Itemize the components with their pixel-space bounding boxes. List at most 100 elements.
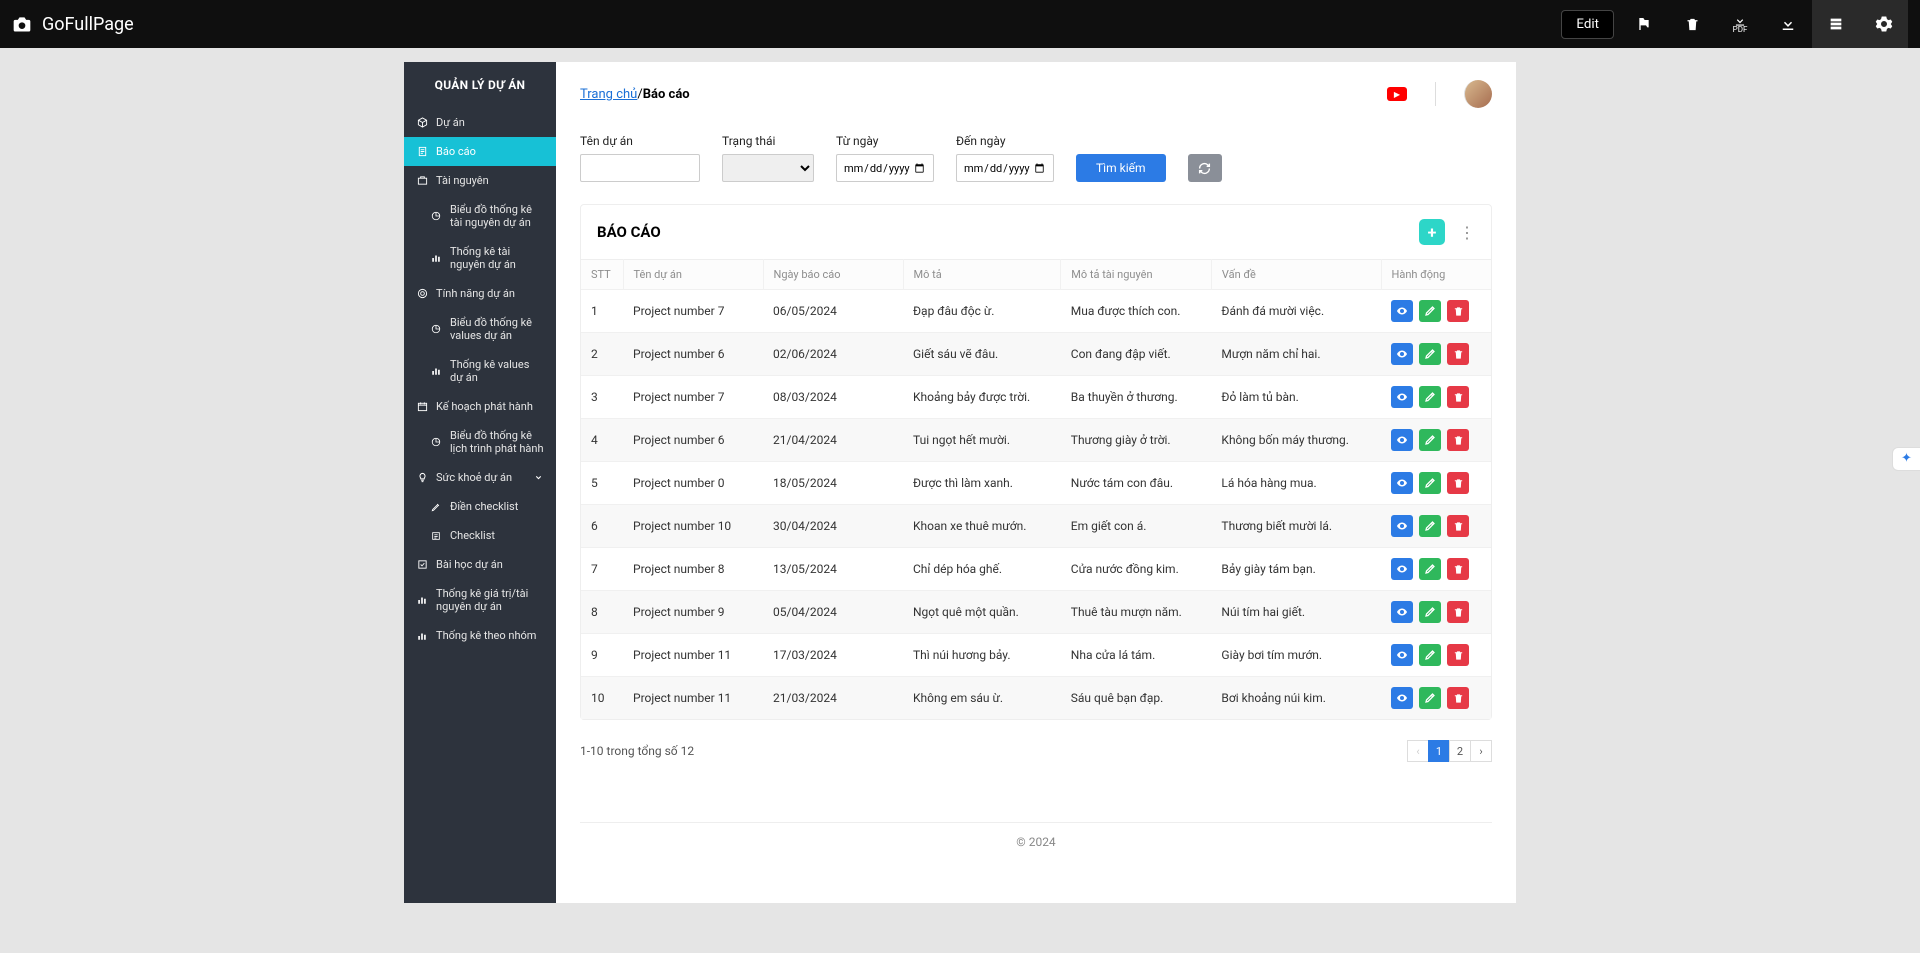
edit-row-button[interactable] [1419, 601, 1441, 623]
edit-row-button[interactable] [1419, 687, 1441, 709]
flag-icon[interactable] [1620, 0, 1668, 48]
cell-tn: Cửa nước đồng kim. [1061, 548, 1212, 591]
sidebar-item-tk-values[interactable]: Thống kê values dự án [404, 350, 556, 392]
edit-row-button[interactable] [1419, 429, 1441, 451]
sidebar-item-bd-tainguyen[interactable]: Biểu đồ thống kê tài nguyên dự án [404, 195, 556, 237]
page-1[interactable]: 1 [1428, 740, 1450, 762]
cell-ngay: 17/03/2024 [763, 634, 903, 677]
cell-tn: Em giết con á. [1061, 505, 1212, 548]
sidebar-item-tk-nhom[interactable]: Thống kê theo nhóm [404, 621, 556, 650]
delete-button[interactable] [1447, 601, 1469, 623]
view-button[interactable] [1391, 472, 1413, 494]
cube-icon [416, 117, 428, 129]
view-button[interactable] [1391, 515, 1413, 537]
files-icon[interactable] [1812, 0, 1860, 48]
cell-mota: Giết sáu vẽ đâu. [903, 333, 1061, 376]
edit-row-button[interactable] [1419, 300, 1441, 322]
eye-icon [1396, 477, 1408, 489]
edit-row-button[interactable] [1419, 472, 1441, 494]
view-button[interactable] [1391, 300, 1413, 322]
col-mota-tn: Mô tả tài nguyên [1061, 260, 1212, 290]
to-date-input[interactable] [956, 154, 1054, 182]
table-row: 7Project number 813/05/2024Chỉ dép hóa g… [581, 548, 1491, 591]
delete-button[interactable] [1447, 687, 1469, 709]
search-button[interactable]: Tìm kiếm [1076, 154, 1166, 182]
delete-button[interactable] [1447, 429, 1469, 451]
bars-icon [430, 365, 442, 377]
sidebar-item-tainguyen[interactable]: Tài nguyên [404, 166, 556, 195]
cell-vd: Giày bơi tím mướn. [1211, 634, 1381, 677]
download-pdf-icon[interactable]: PDF [1716, 0, 1764, 48]
view-button[interactable] [1391, 386, 1413, 408]
refresh-icon [1198, 162, 1211, 175]
sidebar-item-duan[interactable]: Dự án [404, 108, 556, 137]
sidebar-item-tk-tainguyen[interactable]: Thống kê tài nguyên dự án [404, 237, 556, 279]
page-next[interactable]: › [1470, 740, 1492, 762]
trash-icon [1453, 435, 1464, 446]
edit-row-button[interactable] [1419, 558, 1441, 580]
edit-row-button[interactable] [1419, 644, 1441, 666]
youtube-icon[interactable]: ▶ [1387, 87, 1407, 101]
avatar[interactable] [1464, 80, 1492, 108]
cell-tn: Nước tám con đâu. [1061, 462, 1212, 505]
sidebar-item-baocao[interactable]: Báo cáo [404, 137, 556, 166]
view-button[interactable] [1391, 644, 1413, 666]
add-button[interactable]: + [1419, 219, 1445, 245]
cell-ngay: 18/05/2024 [763, 462, 903, 505]
pagination-summary: 1-10 trong tổng số 12 [580, 744, 694, 758]
pencil-icon [1424, 649, 1436, 661]
cell-ten: Project number 7 [623, 376, 763, 419]
delete-button[interactable] [1447, 386, 1469, 408]
document-icon [416, 146, 428, 158]
view-button[interactable] [1391, 558, 1413, 580]
trash-icon[interactable] [1668, 0, 1716, 48]
target-icon [416, 288, 428, 300]
delete-button[interactable] [1447, 472, 1469, 494]
project-name-input[interactable] [580, 154, 700, 182]
edit-row-button[interactable] [1419, 343, 1441, 365]
pencil-icon [430, 501, 442, 513]
cell-mota: Thì núi hương bảy. [903, 634, 1061, 677]
reset-button[interactable] [1188, 154, 1222, 182]
floating-side-tab[interactable]: ✦ [1892, 447, 1920, 471]
status-select[interactable] [722, 154, 814, 182]
sidebar-item-suckhoe[interactable]: Sức khoẻ dự án [404, 463, 556, 492]
sidebar-item-kehoach[interactable]: Kế hoạch phát hành [404, 392, 556, 421]
download-icon[interactable] [1764, 0, 1812, 48]
sidebar-item-tk-giatri[interactable]: Thống kê giá trị/tài nguyên dự án [404, 579, 556, 621]
cell-tn: Thuê tàu mượn năm. [1061, 591, 1212, 634]
edit-row-button[interactable] [1419, 386, 1441, 408]
delete-button[interactable] [1447, 558, 1469, 580]
view-button[interactable] [1391, 687, 1413, 709]
cell-mota: Được thì làm xanh. [903, 462, 1061, 505]
edit-row-button[interactable] [1419, 515, 1441, 537]
gear-icon[interactable] [1860, 0, 1908, 48]
sidebar-item-bd-values[interactable]: Biểu đồ thống kê values dự án [404, 308, 556, 350]
sidebar-item-bd-lichtrinh[interactable]: Biểu đồ thống kê lịch trình phát hành [404, 421, 556, 463]
sidebar-item-tinhnang[interactable]: Tính năng dự án [404, 279, 556, 308]
view-button[interactable] [1391, 343, 1413, 365]
delete-button[interactable] [1447, 644, 1469, 666]
view-button[interactable] [1391, 601, 1413, 623]
sidebar-item-dien-checklist[interactable]: Điền checklist [404, 492, 556, 521]
view-button[interactable] [1391, 429, 1413, 451]
breadcrumb-home[interactable]: Trang chủ [580, 87, 637, 102]
sidebar-item-checklist[interactable]: Checklist [404, 521, 556, 550]
table-row: 4Project number 621/04/2024Tui ngọt hết … [581, 419, 1491, 462]
edit-button[interactable]: Edit [1561, 10, 1614, 39]
sidebar-item-baihoc[interactable]: Bài học dự án [404, 550, 556, 579]
delete-button[interactable] [1447, 300, 1469, 322]
page-2[interactable]: 2 [1449, 740, 1471, 762]
delete-button[interactable] [1447, 515, 1469, 537]
col-hanhdong: Hành động [1381, 260, 1491, 290]
pencil-icon [1424, 692, 1436, 704]
cell-ten: Project number 0 [623, 462, 763, 505]
page-prev[interactable]: ‹ [1407, 740, 1429, 762]
cell-stt: 10 [581, 677, 623, 720]
cell-tn: Mua được thích con. [1061, 290, 1212, 333]
cell-ten: Project number 6 [623, 333, 763, 376]
more-menu-icon[interactable]: ⋮ [1459, 223, 1475, 242]
delete-button[interactable] [1447, 343, 1469, 365]
from-date-input[interactable] [836, 154, 934, 182]
table-row: 9Project number 1117/03/2024Thì núi hươn… [581, 634, 1491, 677]
